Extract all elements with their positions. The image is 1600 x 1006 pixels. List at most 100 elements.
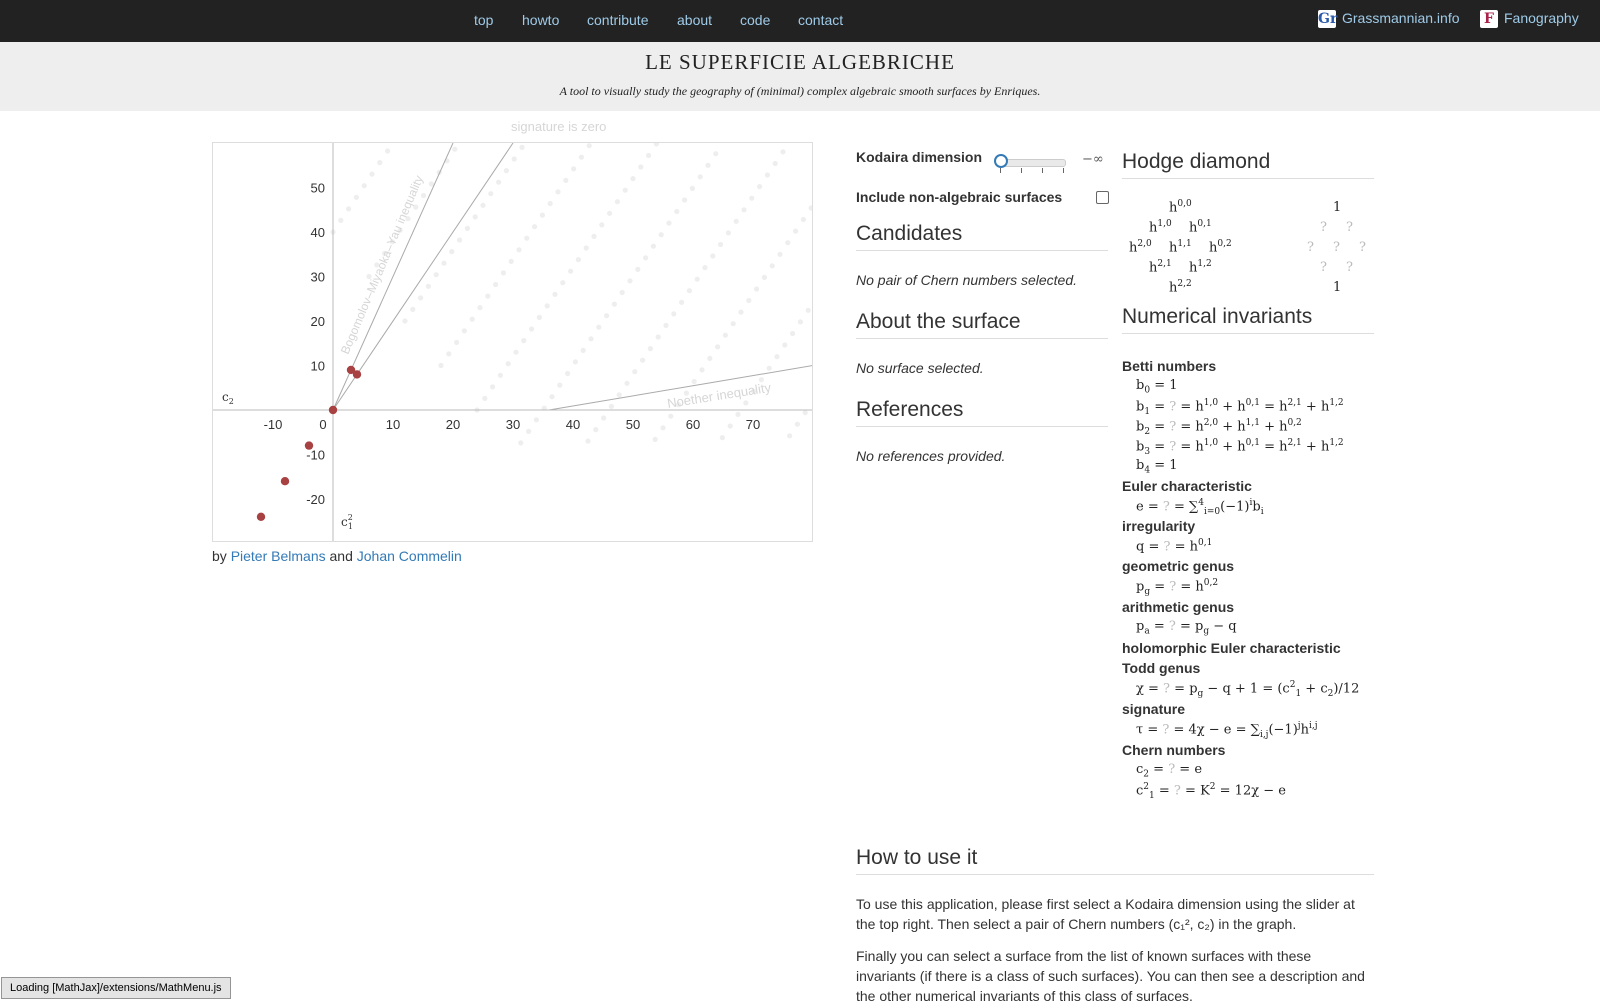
lattice-point (521, 338, 527, 344)
y-tick-label: 40 (311, 225, 325, 240)
author-link-belmans[interactable]: Pieter Belmans (231, 548, 326, 564)
lattice-point (441, 260, 447, 266)
signature-zero-caption: signature is zero (511, 119, 607, 134)
lattice-point (571, 166, 577, 172)
graph-svg[interactable]: -10 0 10 20 30 40 50 60 70 5040302010-10-20 Bogo… (213, 143, 812, 541)
lattice-point (611, 301, 617, 307)
about-heading: About the surface (856, 310, 1108, 339)
chern-number-graph[interactable]: -10 0 10 20 30 40 50 60 70 50 40 30 20 10 -10 -20 Bogo… (212, 142, 813, 542)
page-title: LE SUPERFICIE ALGEBRICHE (645, 50, 955, 74)
lattice-point (586, 143, 592, 149)
formula-irregularity: q = ? = h0,1 (1136, 538, 1213, 555)
lattice-point (575, 257, 581, 263)
hodge-value-unknown: ? (1320, 260, 1327, 275)
about-text: No surface selected. (856, 360, 984, 376)
lattice-point (733, 218, 739, 224)
lattice-point (679, 299, 685, 305)
lattice-point (505, 361, 511, 367)
lattice-point (622, 187, 628, 193)
lattice-point (782, 342, 788, 348)
surface-point[interactable] (256, 512, 266, 521)
formula-b0: b0 = 1 (1136, 378, 1178, 396)
lattice-point (647, 346, 653, 352)
author-link-commelin[interactable]: Johan Commelin (357, 548, 462, 564)
lattice-point (787, 433, 793, 439)
nav-link-howto[interactable]: howto (522, 12, 559, 28)
irregularity-label: irregularity (1122, 518, 1196, 534)
todd-genus-label: Todd genus (1122, 660, 1201, 676)
lattice-point (710, 253, 716, 259)
lattice-point (449, 249, 455, 255)
hodge-symbol: h1,1 (1169, 239, 1192, 256)
lattice-point (754, 286, 760, 292)
howto-paragraph-2: Finally you can select a surface from th… (856, 948, 1365, 1004)
nav-link-about[interactable]: about (677, 12, 712, 28)
lattice-point (725, 230, 732, 236)
lattice-point (719, 435, 725, 441)
hodge-symbol: h2,0 (1129, 239, 1152, 256)
surface-point[interactable] (304, 441, 314, 450)
surface-point[interactable] (280, 477, 290, 486)
lattice-point (668, 413, 674, 419)
c1-squared-axis-label: c2 1 (341, 513, 353, 531)
x-tick-label: 10 (386, 417, 400, 432)
arithmetic-genus-label: arithmetic genus (1122, 599, 1235, 615)
lattice-point (774, 354, 780, 360)
lattice-point (452, 146, 458, 152)
grassmannian-link[interactable]: Gr Grassmannian.info (1318, 10, 1460, 29)
noether-inequality-label: Noether inequality (666, 380, 772, 411)
lattice-point (793, 228, 799, 234)
hodge-value: 1 (1333, 200, 1342, 215)
lattice-point (682, 197, 688, 203)
lattice-point (691, 378, 697, 385)
lattice-point (769, 263, 775, 269)
hodge-value-unknown: ? (1320, 220, 1327, 235)
lattice-point (707, 355, 713, 361)
lattice-point (508, 258, 514, 264)
lattice-point (635, 266, 641, 272)
nav-link-contribute[interactable]: contribute (587, 12, 648, 28)
lattice-point (713, 151, 719, 157)
lattice-point (686, 288, 692, 294)
lattice-point (529, 326, 535, 332)
nav-link-top[interactable]: top (474, 12, 493, 28)
lattice-point (608, 403, 614, 409)
page-header: LE SUPERFICIE ALGEBRICHE A tool to visua… (0, 42, 1600, 111)
lattice-point (588, 336, 594, 342)
lattice-point (743, 400, 749, 406)
lattice-point (624, 380, 630, 386)
fanography-logo: F (1480, 10, 1498, 29)
lattice-point (705, 162, 711, 168)
hodge-value-unknown: ? (1333, 240, 1340, 255)
lattice-point (596, 324, 602, 330)
page-subtitle: A tool to visually study the geography o… (559, 84, 1041, 98)
surface-point[interactable] (328, 405, 338, 415)
non-algebraic-checkbox[interactable] (1096, 191, 1109, 204)
lattice-point (718, 241, 724, 248)
lattice-point (772, 160, 778, 167)
slider-track[interactable] (1000, 159, 1066, 167)
slider-thumb[interactable] (994, 154, 1008, 168)
lattice-point (722, 332, 728, 338)
nav-link-code[interactable]: code (740, 12, 770, 28)
lattice-point (694, 276, 700, 282)
fanography-link[interactable]: F Fanography (1480, 10, 1579, 29)
candidates-heading: Candidates (856, 222, 1108, 251)
lattice-point (496, 179, 502, 185)
lattice-point (607, 210, 613, 216)
lattice-point (593, 427, 599, 433)
credits-and: and (329, 548, 353, 564)
lattice-point (619, 289, 625, 296)
lattice-point (749, 195, 755, 201)
lattice-point (643, 255, 649, 261)
lattice-point (549, 394, 555, 400)
kodaira-dimension-slider[interactable] (994, 154, 1066, 173)
bmy-inequality-label: Bogomolov–Miyaoka–Yau inequality (338, 173, 426, 356)
lattice-point (488, 191, 494, 197)
formula-b3: b3 = ? = h1,0 + h0,1 = h2,1 + h1,2 (1136, 438, 1344, 457)
nav-link-contact[interactable]: contact (798, 12, 843, 28)
lattice-point (735, 411, 741, 417)
lattice-point (601, 415, 607, 421)
x-tick-label: 40 (566, 417, 580, 432)
surface-point[interactable] (352, 370, 362, 379)
